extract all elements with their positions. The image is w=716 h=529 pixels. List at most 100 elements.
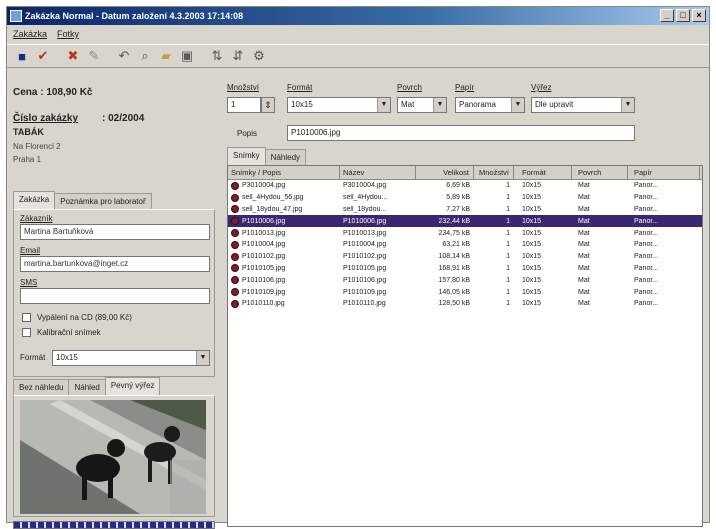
- column-header[interactable]: Množství: [474, 166, 514, 179]
- tab-zakazka[interactable]: Zakázka: [13, 191, 56, 209]
- photo-file-icon: [231, 240, 239, 249]
- table-cell: P1010102.jpg: [343, 253, 387, 261]
- save-icon[interactable]: ■: [13, 47, 31, 65]
- photo-file-icon: [231, 229, 239, 238]
- table-cell: 10x15: [522, 182, 542, 190]
- sort-desc-icon[interactable]: ⇵: [229, 47, 247, 65]
- table-row[interactable]: P3010004.jpg P3010004.jpg 6,69 kB 1 10x15 Mat…: [228, 180, 702, 192]
- column-header[interactable]: Snímky / Popis: [228, 166, 340, 179]
- cd-checkbox[interactable]: Vypálení na CD (89,00 Kč): [22, 313, 132, 322]
- settings-icon[interactable]: ⚙: [250, 47, 268, 65]
- surface-dropdown-value: Mat: [401, 100, 415, 109]
- calibration-checkbox-label: Kalibrační snímek: [37, 328, 101, 337]
- table-cell: Mat: [578, 276, 590, 284]
- chevron-down-icon[interactable]: ▼: [433, 98, 446, 112]
- column-header[interactable]: Papír: [628, 166, 700, 179]
- folder-icon[interactable]: ▣: [178, 47, 196, 65]
- table-row[interactable]: sell_18ydou_47.jpg sell_18ydou... 7,27 kB 1…: [228, 204, 702, 216]
- photo-file-icon: [231, 217, 239, 226]
- table-cell: Mat: [578, 182, 590, 190]
- tab-preview[interactable]: Náhled: [68, 379, 106, 395]
- table-cell: 10x15: [522, 276, 542, 284]
- chevron-down-icon[interactable]: ▼: [511, 98, 524, 112]
- paper-dropdown[interactable]: Panorama ▼: [455, 97, 525, 113]
- tab-nahledy[interactable]: Náhledy: [264, 149, 307, 165]
- table-cell: P1010006.jpg: [343, 217, 387, 225]
- back-icon[interactable]: ↶: [115, 47, 133, 65]
- photo-file-icon: [231, 193, 239, 202]
- format-select-value: 10x15: [56, 353, 78, 362]
- cd-checkbox-label: Vypálení na CD (89,00 Kč): [37, 313, 132, 322]
- table-row[interactable]: P1010109.jpg P1010109.jpg 146,05 kB 1 10x15 M…: [228, 286, 702, 298]
- progress-bar: [13, 521, 215, 529]
- table-cell: 10x15: [522, 253, 542, 261]
- tab-lab-note[interactable]: Poznámka pro laboratoř: [54, 193, 152, 209]
- format-dropdown-value: 10x15: [291, 100, 313, 109]
- search-icon[interactable]: ⌕: [136, 47, 154, 65]
- table-row[interactable]: sell_4Hydou_56.jpg sell_4Hydou... 5,89 kB 1…: [228, 192, 702, 204]
- table-cell: Panor...: [634, 205, 659, 213]
- menu-bar: Zakázka Fotky: [7, 26, 709, 42]
- file-name: P1010102.jpg: [242, 253, 286, 261]
- column-header[interactable]: Povrch: [572, 166, 628, 179]
- qty-input[interactable]: 1: [227, 97, 261, 113]
- menu-fotky[interactable]: Fotky: [57, 26, 79, 42]
- table-cell: Panor...: [634, 300, 659, 308]
- edit-icon[interactable]: ✎: [85, 47, 103, 65]
- table-cell: 5,89 kB: [446, 194, 470, 202]
- table-row[interactable]: P1010106.jpg P1010106.jpg 157,80 kB 1 10x15 M…: [228, 274, 702, 286]
- description-field[interactable]: P1010006.jpg: [287, 125, 635, 141]
- address-line-2: Praha 1: [13, 155, 42, 164]
- table-row[interactable]: P1010006.jpg P1010006.jpg 232,44 kB 1 10x15 M…: [228, 215, 702, 228]
- tab-no-preview[interactable]: Bez náhledu: [13, 379, 70, 395]
- sort-icon[interactable]: ⇅: [208, 47, 226, 65]
- chevron-down-icon[interactable]: ▼: [196, 351, 209, 365]
- chevron-down-icon[interactable]: ▼: [621, 98, 634, 112]
- table-cell: Mat: [578, 253, 590, 261]
- chevron-down-icon[interactable]: ▼: [377, 98, 390, 112]
- table-cell: Mat: [578, 229, 590, 237]
- crop-dropdown[interactable]: Dle upravit ▼: [531, 97, 635, 113]
- menu-zakazka[interactable]: Zakázka: [13, 26, 47, 42]
- photo-preview: [20, 400, 206, 514]
- spinner-icon[interactable]: ⇕: [261, 97, 275, 113]
- table-cell: sell_18ydou...: [343, 205, 387, 213]
- format-dropdown[interactable]: 10x15 ▼: [287, 97, 391, 113]
- table-row[interactable]: P1010013.jpg P1010013.jpg 234,75 kB 1 10x15 M…: [228, 227, 702, 239]
- customer-label: Zákazník: [20, 214, 53, 223]
- tab-snimky[interactable]: Snímky: [227, 147, 266, 165]
- check-icon[interactable]: ✔: [34, 47, 52, 65]
- table-row[interactable]: P1010105.jpg P1010105.jpg 168,91 kB 1 10x15 M…: [228, 263, 702, 275]
- tab-fixed-crop[interactable]: Pevný výřez: [104, 377, 161, 395]
- email-field[interactable]: martina.bartunkova@inget.cz: [20, 256, 210, 272]
- app-window: Zakázka Normal - Datum založení 4.3.2003…: [6, 6, 710, 529]
- table-row[interactable]: P1010004.jpg P1010004.jpg 63,21 kB 1 10x15 Ma…: [228, 239, 702, 251]
- customer-field[interactable]: Martina Bartuňková: [20, 224, 210, 240]
- table-row[interactable]: P1010110.jpg P1010110.jpg 128,50 kB 1 10x15 M…: [228, 298, 702, 310]
- sms-field[interactable]: [20, 288, 210, 304]
- crop-dropdown-value: Dle upravit: [535, 100, 574, 109]
- table-cell: 1: [506, 288, 510, 296]
- close-button[interactable]: ×: [692, 9, 706, 22]
- table-cell: 1: [506, 194, 510, 202]
- column-header[interactable]: Velikost: [416, 166, 474, 179]
- surface-dropdown[interactable]: Mat ▼: [397, 97, 447, 113]
- calibration-checkbox[interactable]: Kalibrační snímek: [22, 328, 101, 337]
- folder-open-icon[interactable]: ▰: [157, 47, 175, 65]
- minimize-button[interactable]: _: [660, 9, 674, 22]
- format-select[interactable]: 10x15 ▼: [52, 350, 210, 366]
- table-cell: 1: [506, 182, 510, 190]
- delete-icon[interactable]: ✖: [64, 47, 82, 65]
- column-header[interactable]: Formát: [514, 166, 572, 179]
- order-number-label: Číslo zakázky: [13, 113, 79, 124]
- file-name: sell_18ydou_47.jpg: [242, 205, 303, 213]
- table-cell: Mat: [578, 241, 590, 249]
- customer-name: TABÁK: [13, 127, 44, 137]
- maximize-button[interactable]: □: [676, 9, 690, 22]
- file-name: P1010004.jpg: [242, 241, 286, 249]
- checkbox-box[interactable]: [22, 328, 31, 337]
- column-header[interactable]: Název: [340, 166, 416, 179]
- table-cell: 128,50 kB: [438, 300, 470, 308]
- checkbox-box[interactable]: [22, 313, 31, 322]
- table-row[interactable]: P1010102.jpg P1010102.jpg 108,14 kB 1 10x15 M…: [228, 251, 702, 263]
